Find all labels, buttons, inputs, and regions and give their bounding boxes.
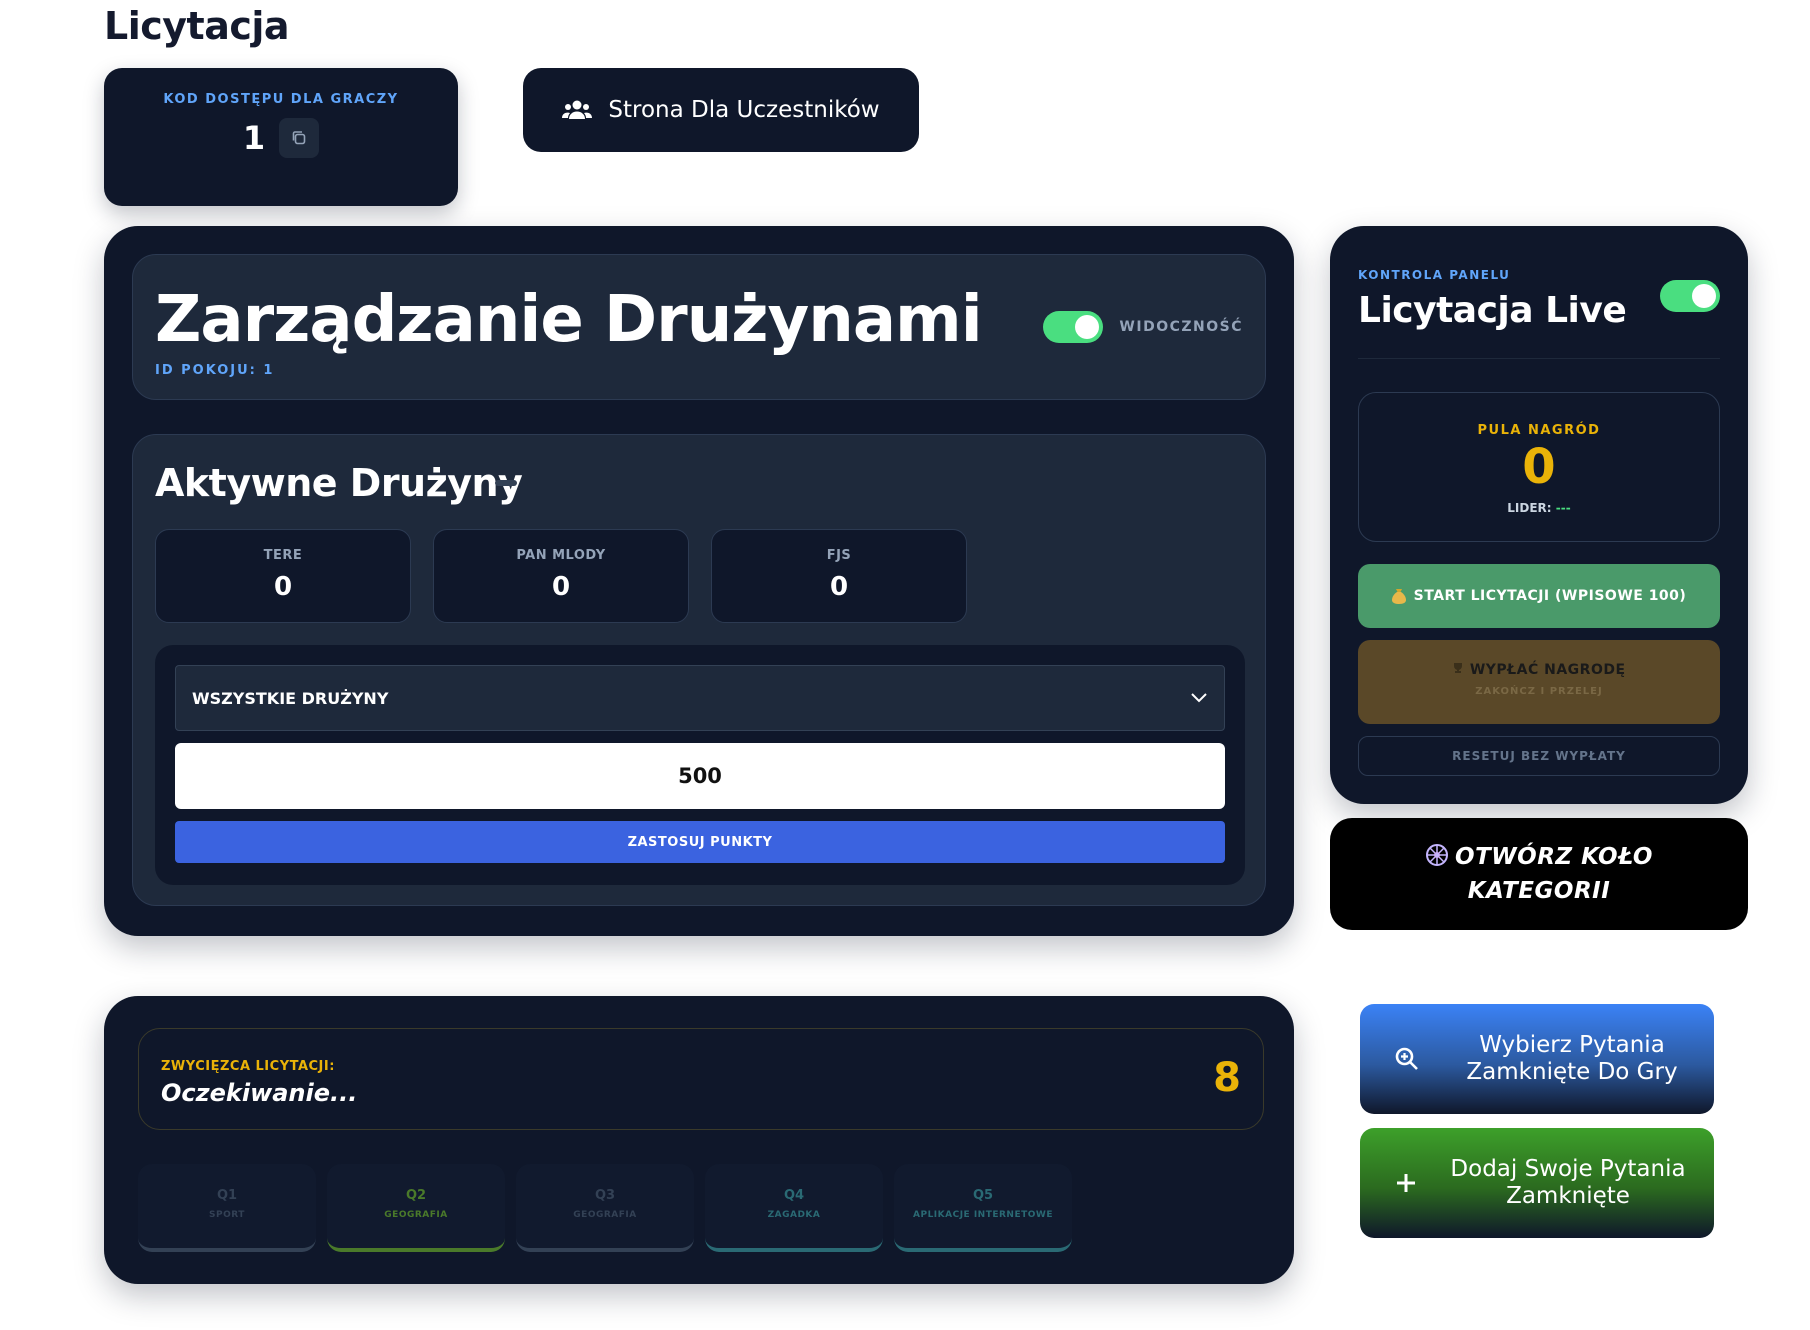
team-management-header: Zarządzanie Drużynami ID POKOJU: 1 WIDOC… <box>132 254 1266 400</box>
add-closed-questions-label: Dodaj Swoje Pytania Zamknięte <box>1450 1156 1686 1209</box>
team-name: PAN MLODY <box>516 548 606 563</box>
team-name: TERE <box>263 548 303 563</box>
chevron-down-icon <box>1191 693 1207 703</box>
leader-label: LIDER: <box>1507 501 1552 515</box>
question-tile[interactable]: Q3 GEOGRAFIA <box>516 1164 694 1252</box>
winner-box: ZWYCIĘZCA LICYTACJI: Oczekiwanie... 8 <box>138 1028 1264 1130</box>
payout-prize-line: WYPŁAĆ NAGRODĘ <box>1358 662 1720 678</box>
team-score: 0 <box>273 572 293 602</box>
wheel-icon <box>1426 844 1449 866</box>
panel-control-label: KONTROLA PANELU <box>1358 268 1511 282</box>
money-bag-icon <box>1391 589 1406 604</box>
pick-closed-questions-label: Wybierz Pytania Zamknięte Do Gry <box>1466 1032 1678 1085</box>
page-title: Licytacja <box>104 4 290 48</box>
team-select[interactable]: WSZYSTKIE DRUŻYNY <box>175 665 1225 731</box>
prize-pool-value: 0 <box>1522 439 1556 495</box>
room-id: ID POKOJU: 1 <box>155 363 275 378</box>
question-tile[interactable]: Q4 ZAGADKA <box>705 1164 883 1252</box>
active-teams-section: Aktywne Drużyny TERE 0 PAN MLODY 0 FJS 0… <box>132 434 1266 906</box>
payout-prize-sub: ZAKOŃCZ I PRZELEJ <box>1475 686 1603 697</box>
wheel-button-text: OTWÓRZ KOŁO KATEGORII <box>1425 840 1653 908</box>
auction-winner-card: ZWYCIĘZCA LICYTACJI: Oczekiwanie... 8 Q1… <box>104 996 1294 1284</box>
question-number: Q2 <box>405 1188 427 1203</box>
visibility-toggle[interactable] <box>1043 311 1104 343</box>
panel-control-card: KONTROLA PANELU Licytacja Live PULA NAGR… <box>1330 226 1748 804</box>
access-code-value: 1 <box>242 119 266 157</box>
question-category: GEOGRAFIA <box>573 1210 637 1220</box>
question-number: Q4 <box>783 1188 805 1203</box>
open-category-wheel-button[interactable]: OTWÓRZ KOŁO KATEGORII <box>1330 818 1748 930</box>
team-name: FJS <box>826 548 852 563</box>
pick-closed-questions-button[interactable]: Wybierz Pytania Zamknięte Do Gry <box>1360 1004 1714 1114</box>
panel-control-title: Licytacja Live <box>1358 290 1627 331</box>
add-closed-questions-button[interactable]: Dodaj Swoje Pytania Zamknięte <box>1360 1128 1714 1238</box>
access-code-label: KOD DOSTĘPU DLA GRACZY <box>163 92 399 107</box>
points-panel: WSZYSTKIE DRUŻYNY ZASTOSUJ PUNKTY <box>155 645 1245 885</box>
question-number: Q3 <box>594 1188 616 1203</box>
live-toggle[interactable] <box>1660 280 1720 312</box>
copy-code-button[interactable] <box>279 118 320 158</box>
question-tile[interactable]: Q1 SPORT <box>138 1164 316 1252</box>
prize-pool-label: PULA NAGRÓD <box>1477 423 1601 438</box>
leader-value: --- <box>1555 501 1571 515</box>
participants-page-button[interactable]: Strona Dla Uczestników <box>523 68 919 152</box>
team-management-title: Zarządzanie Drużynami <box>155 283 983 357</box>
visibility-label: WIDOCZNOŚĆ <box>1119 319 1243 335</box>
payout-prize-label: WYPŁAĆ NAGRODĘ <box>1469 662 1626 678</box>
question-category: SPORT <box>209 1210 245 1220</box>
team-management-card: Zarządzanie Drużynami ID POKOJU: 1 WIDOC… <box>104 226 1294 936</box>
prize-pool: PULA NAGRÓD 0 LIDER: --- <box>1358 392 1720 542</box>
question-number: Q1 <box>216 1188 238 1203</box>
question-category: GEOGRAFIA <box>384 1210 448 1220</box>
winner-number: 8 <box>1213 1055 1241 1101</box>
team-select-value: WSZYSTKIE DRUŻYNY <box>192 688 389 708</box>
payout-prize-button[interactable]: WYPŁAĆ NAGRODĘ ZAKOŃCZ I PRZELEJ <box>1358 640 1720 724</box>
question-category: APLIKACJE INTERNETOWE <box>913 1210 1053 1220</box>
question-number: Q5 <box>972 1188 994 1203</box>
leader-line: LIDER: --- <box>1359 501 1719 515</box>
participants-page-label: Strona Dla Uczestników <box>608 97 880 123</box>
apply-points-button[interactable]: ZASTOSUJ PUNKTY <box>175 821 1225 863</box>
team-score: 0 <box>551 572 571 602</box>
active-teams-count-badge <box>495 480 517 486</box>
team-card[interactable]: PAN MLODY 0 <box>433 529 689 623</box>
access-code-row: 1 <box>104 118 458 158</box>
trophy-icon <box>1454 663 1463 673</box>
winner-label: ZWYCIĘZCA LICYTACJI: <box>161 1059 335 1074</box>
wheel-line2: KATEGORII <box>1467 878 1611 904</box>
team-card[interactable]: TERE 0 <box>155 529 411 623</box>
points-input[interactable] <box>175 743 1225 809</box>
winner-value: Oczekiwanie... <box>161 1079 358 1107</box>
wheel-line1: OTWÓRZ KOŁO <box>1455 844 1653 870</box>
zoom-in-icon <box>1395 1047 1418 1070</box>
active-teams-title: Aktywne Drużyny <box>155 461 523 505</box>
divider <box>1358 358 1720 359</box>
start-auction-label: START LICYTACJI (WPISOWE 100) <box>1413 588 1687 604</box>
copy-icon <box>292 131 306 145</box>
team-card[interactable]: FJS 0 <box>711 529 967 623</box>
users-icon <box>562 100 593 119</box>
start-auction-button[interactable]: START LICYTACJI (WPISOWE 100) <box>1358 564 1720 628</box>
plus-icon <box>1397 1174 1415 1192</box>
team-score: 0 <box>829 572 849 602</box>
question-tile[interactable]: Q5 APLIKACJE INTERNETOWE <box>894 1164 1072 1252</box>
question-category: ZAGADKA <box>767 1210 821 1220</box>
access-code-card: KOD DOSTĘPU DLA GRACZY 1 <box>104 68 458 206</box>
reset-without-payout-button[interactable]: RESETUJ BEZ WYPŁATY <box>1358 736 1720 776</box>
visibility-control: WIDOCZNOŚĆ <box>1043 311 1243 343</box>
question-tile[interactable]: Q2 GEOGRAFIA <box>327 1164 505 1252</box>
